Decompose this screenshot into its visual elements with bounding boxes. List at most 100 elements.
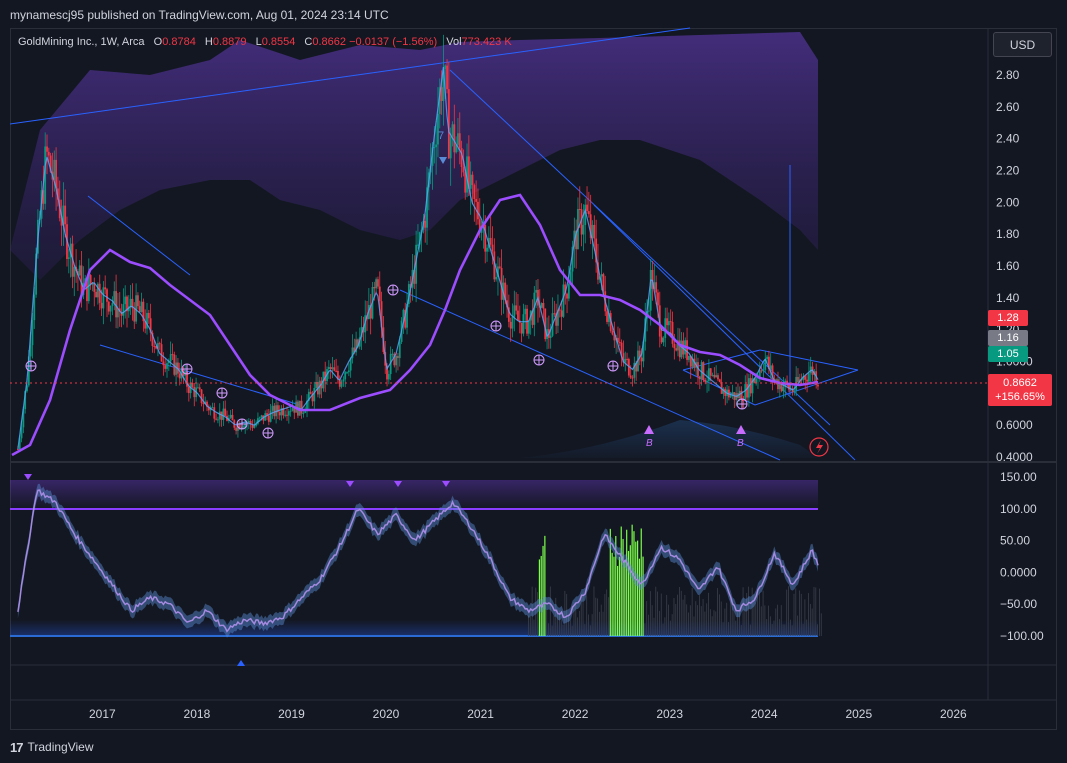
seven-label: 7: [438, 130, 444, 142]
last-price-tag: 0.8662 +156.65%: [988, 374, 1052, 406]
candle-body: [435, 144, 438, 148]
candle-body: [107, 301, 110, 312]
candle-body: [542, 302, 545, 309]
candle-body: [491, 244, 494, 252]
candle-body: [377, 279, 379, 287]
footer[interactable]: 17 TradingView: [10, 737, 94, 757]
candle-body: [662, 337, 665, 343]
high-label: H: [204, 36, 213, 48]
price-tick-label: 2.40: [996, 132, 1020, 146]
candle-body: [175, 362, 177, 375]
candle-body: [486, 247, 488, 252]
candle-body: [698, 376, 701, 380]
price-tick-label: 2.00: [996, 195, 1020, 209]
candle-body: [162, 361, 165, 366]
price-tick-label: 2.80: [996, 68, 1020, 82]
price-chart[interactable]: B B 7 2.80 2.60 2.40 2.20 2.00 1.80 1.60 1.40 1.…: [0, 0, 1067, 763]
candle-body: [100, 302, 103, 309]
candle-body: [706, 380, 708, 383]
candle-body: [169, 354, 172, 362]
candle-body: [704, 379, 707, 383]
candle-body: [160, 344, 163, 362]
candle-body: [346, 372, 348, 374]
candle-body: [540, 302, 543, 308]
oscillator-tick-label: 100.00: [1000, 502, 1037, 516]
candle-body: [47, 151, 50, 156]
candle-body: [647, 310, 650, 312]
candle-body: [286, 414, 288, 416]
candle-body: [760, 370, 763, 372]
lightning-icon[interactable]: [809, 437, 829, 457]
candle-body: [153, 345, 156, 347]
symbol-name: GoldMining Inc., 1W, Arca: [18, 36, 145, 48]
candle-body: [631, 377, 634, 379]
candle-body: [424, 220, 427, 228]
candle-body: [807, 373, 810, 382]
candle-body: [655, 282, 658, 293]
candle-body: [133, 308, 136, 322]
time-tick-label: 2026: [940, 707, 967, 721]
price-tick-label: 0.6000: [996, 418, 1033, 432]
candle-body: [509, 321, 512, 329]
candle-body: [797, 376, 799, 383]
candle-body: [398, 341, 401, 359]
overbought-glow: [10, 480, 818, 510]
open-value: 0.8784: [162, 36, 196, 48]
candle-body: [260, 415, 263, 418]
candle-body: [717, 375, 719, 380]
candle-body: [397, 355, 399, 359]
candle-body: [222, 408, 225, 420]
candle-body: [113, 291, 116, 303]
candle-body: [687, 355, 690, 360]
price-tag-3: 1.05: [988, 346, 1028, 362]
candle-body: [373, 286, 376, 289]
candle-body: [102, 287, 105, 309]
candle-body: [498, 266, 501, 268]
time-tick-label: 2017: [89, 707, 116, 721]
buy-label-1: B: [646, 438, 653, 449]
currency-button[interactable]: USD: [993, 32, 1052, 57]
price-tick-label: 1.40: [996, 291, 1020, 305]
candle-body: [451, 124, 454, 137]
candle-body: [513, 305, 516, 317]
candle-body: [191, 382, 194, 388]
candle-body: [511, 316, 514, 329]
candle-body: [137, 295, 139, 307]
candle-body: [817, 384, 819, 387]
candle-body: [73, 266, 76, 277]
candle-body: [231, 414, 234, 421]
candle-body: [606, 311, 608, 322]
price-tick-label: 0.4000: [996, 450, 1033, 464]
time-axis[interactable]: 2017 2018 2019 2020 2021 2022 2023 2024 2025 2026: [89, 707, 967, 721]
candle-body: [673, 343, 676, 349]
candle-body: [211, 407, 214, 409]
candle-body: [766, 356, 768, 360]
candle-body: [347, 370, 350, 373]
candle-body: [197, 387, 199, 389]
oscillator-axis[interactable]: 150.00 100.00 50.00 0.0000 −50.00 −100.00: [1000, 470, 1044, 643]
candle-body: [457, 133, 459, 145]
candle-body: [558, 309, 561, 311]
time-tick-label: 2021: [467, 707, 494, 721]
candle-body: [433, 147, 436, 149]
candle-body: [78, 265, 81, 276]
candle-body: [95, 291, 97, 298]
candle-body: [273, 405, 276, 417]
candle-body: [235, 427, 238, 431]
candle-body: [462, 167, 465, 173]
volume-label: Vol: [446, 36, 462, 48]
candle-body: [53, 159, 56, 180]
time-tick-label: 2022: [562, 707, 589, 721]
candle-body: [444, 65, 447, 69]
candle-body: [709, 368, 712, 376]
candle-body: [178, 373, 181, 379]
time-tick-label: 2025: [845, 707, 872, 721]
time-tick-label: 2019: [278, 707, 305, 721]
candle-body: [762, 369, 765, 371]
candle-body: [666, 318, 668, 326]
candle-body: [671, 321, 674, 344]
candle-body: [562, 284, 565, 317]
last-price-value: 0.8662: [1003, 377, 1037, 389]
candle-body: [578, 208, 581, 210]
candle-body: [667, 321, 670, 326]
